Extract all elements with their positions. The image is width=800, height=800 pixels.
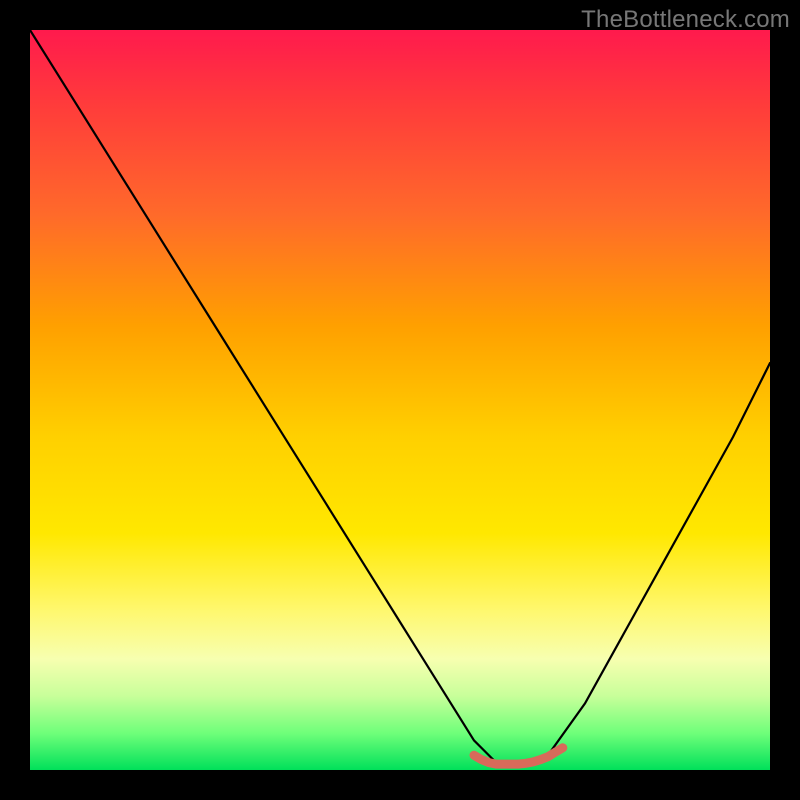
chart-svg bbox=[30, 30, 770, 770]
bottleneck-curve bbox=[30, 30, 770, 763]
plot-area bbox=[30, 30, 770, 770]
watermark-text: TheBottleneck.com bbox=[581, 6, 790, 34]
optimal-plateau bbox=[474, 748, 563, 764]
chart-frame: TheBottleneck.com bbox=[0, 0, 800, 800]
